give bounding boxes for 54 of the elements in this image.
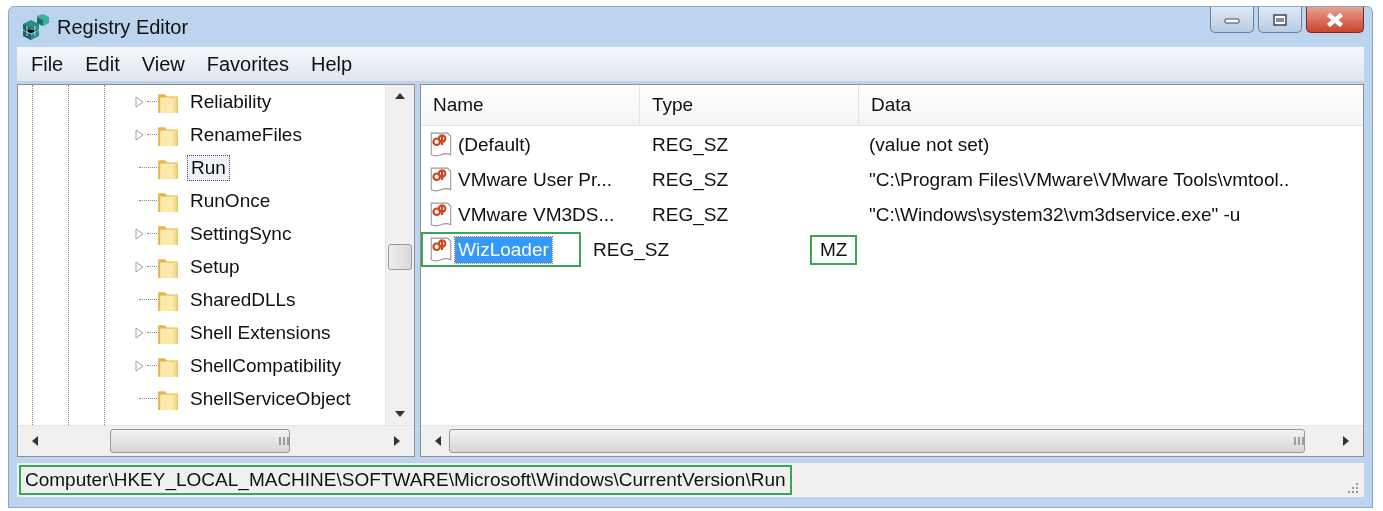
string-value-icon — [429, 236, 453, 263]
string-value-icon — [429, 201, 453, 228]
scrollbar-thumb[interactable] — [110, 429, 290, 453]
tree-item[interactable]: SettingSync — [187, 221, 295, 246]
value-data: "C:\Windows\system32\vm3dservice.exe" -u — [869, 203, 1241, 226]
horizontal-scrollbar[interactable] — [18, 425, 414, 456]
menu-item[interactable]: File — [21, 52, 76, 76]
column-header[interactable]: Data — [859, 85, 1363, 125]
scroll-up-icon[interactable] — [395, 93, 405, 99]
scroll-left-icon[interactable] — [435, 436, 441, 446]
string-value-icon — [429, 131, 453, 158]
tree-item[interactable]: Shell Extensions — [187, 320, 334, 345]
horizontal-scrollbar[interactable] — [421, 425, 1363, 456]
value-data: "C:\Program Files\VMware\VMware Tools\vmtool.. — [869, 168, 1290, 191]
value-type: REG_SZ — [652, 203, 729, 226]
registry-path: Computer\HKEY_LOCAL_MACHINE\SOFTWARE\Microsoft\Windows\CurrentVersion\Run — [19, 465, 792, 495]
column-header[interactable]: Name — [421, 85, 640, 125]
cubes-icon — [21, 14, 49, 40]
menu-item[interactable]: Edit — [75, 52, 132, 76]
scroll-down-icon[interactable] — [395, 411, 405, 417]
menu-item[interactable]: View — [131, 52, 197, 76]
scroll-right-icon[interactable] — [394, 436, 400, 446]
value-type: REG_SZ — [652, 133, 729, 156]
vertical-scrollbar[interactable] — [385, 85, 414, 425]
resize-grip-icon[interactable] — [1348, 483, 1358, 493]
menu-item[interactable]: Favorites — [196, 52, 301, 76]
close-button[interactable] — [1306, 7, 1364, 33]
scroll-left-icon[interactable] — [32, 436, 38, 446]
value-name[interactable]: VMware User Pr... — [455, 166, 616, 193]
menu-item[interactable]: Help — [300, 52, 365, 76]
value-name[interactable]: (Default) — [455, 131, 534, 158]
tree-item[interactable]: ShellServiceObject — [187, 386, 354, 411]
value-name[interactable]: VMware VM3DS... — [455, 201, 618, 228]
maximize-icon — [1270, 12, 1290, 27]
close-icon — [1324, 11, 1346, 28]
tree-item[interactable]: Reliability — [187, 89, 275, 114]
value-data: (value not set) — [869, 133, 990, 156]
value-type: REG_SZ — [652, 168, 729, 191]
scrollbar-thumb[interactable] — [449, 429, 1305, 453]
window-title: Registry Editor — [57, 15, 189, 39]
tree-item[interactable]: Run — [187, 154, 230, 181]
string-value-icon — [429, 166, 453, 193]
scroll-right-icon[interactable] — [1343, 436, 1349, 446]
scrollbar-thumb[interactable] — [388, 244, 412, 270]
column-header[interactable]: Type — [640, 85, 859, 125]
tree-item[interactable]: Setup — [187, 254, 243, 279]
tree-item[interactable]: ShellCompatibility — [187, 353, 344, 378]
tree-item[interactable]: RenameFiles — [187, 122, 305, 147]
maximize-button[interactable] — [1258, 7, 1302, 33]
value-data: MZ — [810, 234, 858, 265]
value-type: REG_SZ — [593, 238, 670, 261]
minimize-button[interactable] — [1210, 7, 1254, 33]
tree-item[interactable]: SharedDLLs — [187, 287, 299, 312]
tree-item[interactable]: RunOnce — [187, 188, 274, 213]
